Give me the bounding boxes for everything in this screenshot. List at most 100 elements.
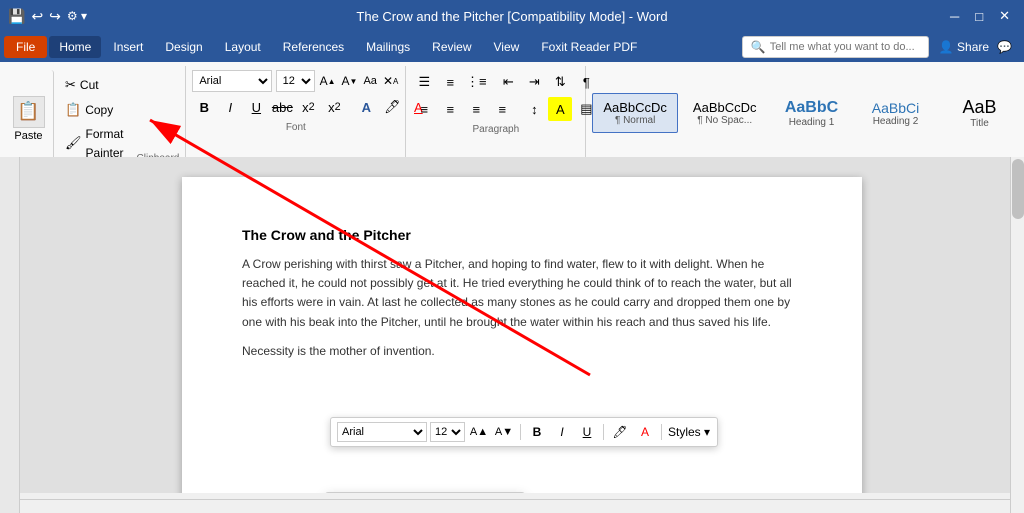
numbering-button[interactable]: ≡ <box>438 70 462 94</box>
scrollbar-thumb[interactable] <box>1012 159 1024 219</box>
para-row1: ☰ ≡ ⋮≡ ⇤ ⇥ ⇅ ¶ <box>412 70 579 94</box>
mini-sep3 <box>661 424 662 440</box>
document-body[interactable]: A Crow perishing with thirst saw a Pitch… <box>242 255 802 361</box>
menu-review[interactable]: Review <box>422 36 481 58</box>
bold-button[interactable]: B <box>192 95 216 119</box>
mini-grow-button[interactable]: A▲ <box>468 421 490 443</box>
tell-me-box[interactable]: 🔍 <box>742 36 929 58</box>
superscript-button[interactable]: x2 <box>322 95 346 119</box>
style-heading1[interactable]: AaBbC Heading 1 <box>772 92 852 135</box>
multilevel-button[interactable]: ⋮≡ <box>464 70 488 94</box>
styles-group: AaBbCcDc ¶ Normal AaBbCcDc ¶ No Spac... … <box>586 66 1024 168</box>
styles-row: AaBbCcDc ¶ Normal AaBbCcDc ¶ No Spac... … <box>592 70 1024 157</box>
align-right-button[interactable]: ≡ <box>464 97 488 121</box>
para-row2: ≡ ≡ ≡ ≡ ↕ A ▤ <box>412 97 579 121</box>
clipboard-group: 📋 Paste ✂ Cut 📋 Copy 🖌 Format Painter Cl… <box>0 66 186 168</box>
context-menu: ✂ Cut 📋 Copy 📋 Paste Options: 📋 📄 🌐 📊 🖼 … <box>325 492 525 493</box>
copy-button[interactable]: 📋 Copy <box>62 99 127 122</box>
paragraph-1: A Crow perishing with thirst saw a Pitch… <box>242 255 802 332</box>
increase-indent-button[interactable]: ⇥ <box>522 70 546 94</box>
menu-layout[interactable]: Layout <box>215 36 271 58</box>
style-heading2[interactable]: AaBbCi Heading 2 <box>856 93 936 134</box>
copy-label: Copy <box>85 101 113 120</box>
help-section: 👤 Share 💬 <box>931 40 1020 54</box>
copy-icon: 📋 <box>65 100 81 121</box>
save-icon[interactable]: 💾 <box>8 8 25 25</box>
cut-button[interactable]: ✂ Cut <box>62 74 127 97</box>
menu-home[interactable]: Home <box>49 36 101 58</box>
shading-button[interactable]: A <box>548 97 572 121</box>
style-title[interactable]: AaB Title <box>940 90 1020 136</box>
cut-label: Cut <box>80 76 99 95</box>
mini-sep2 <box>603 424 604 440</box>
style-no-space[interactable]: AaBbCcDc ¶ No Spac... <box>682 93 768 133</box>
subscript-button[interactable]: x2 <box>296 95 320 119</box>
menu-insert[interactable]: Insert <box>103 36 153 58</box>
mini-bold-button[interactable]: B <box>526 421 548 443</box>
font-row2: B I U abc x2 x2 A 🖊 A <box>192 95 399 119</box>
menu-view[interactable]: View <box>484 36 530 58</box>
left-panel <box>0 157 20 513</box>
font-group: Arial 12 A▲ A▼ Aa ✕A B I U abc x2 x2 A 🖊… <box>186 66 406 168</box>
strikethrough-button[interactable]: abc <box>270 95 294 119</box>
mini-shrink-button[interactable]: A▼ <box>493 421 515 443</box>
scrollbar-right[interactable] <box>1010 157 1024 513</box>
paste-button[interactable]: 📋 Paste <box>4 70 54 168</box>
highlight-button[interactable]: 🖊 <box>380 95 404 119</box>
style-normal[interactable]: AaBbCcDc ¶ Normal <box>592 93 678 133</box>
menu-mailings[interactable]: Mailings <box>356 36 420 58</box>
maximize-icon[interactable]: □ <box>969 9 989 24</box>
sort-button[interactable]: ⇅ <box>548 70 572 94</box>
align-center-button[interactable]: ≡ <box>438 97 462 121</box>
font-name-select[interactable]: Arial <box>192 70 271 92</box>
undo-icon[interactable]: ↩ <box>31 8 43 25</box>
font-shrink-button[interactable]: A▼ <box>341 70 359 92</box>
minimize-icon[interactable]: ─ <box>944 9 965 24</box>
title-bar-left: 💾 ↩ ↪ ⚙ ▾ <box>8 8 87 25</box>
menu-file[interactable]: File <box>4 36 47 58</box>
decrease-indent-button[interactable]: ⇤ <box>496 70 520 94</box>
format-painter-icon: 🖌 <box>65 133 82 154</box>
mini-size-select[interactable]: 12 <box>430 422 465 442</box>
mini-italic-button[interactable]: I <box>551 421 573 443</box>
mini-underline-button[interactable]: U <box>576 421 598 443</box>
text-effects-button[interactable]: A <box>354 95 378 119</box>
menu-references[interactable]: References <box>273 36 354 58</box>
ribbon: 📋 Paste ✂ Cut 📋 Copy 🖌 Format Painter Cl… <box>0 62 1024 169</box>
menu-foxit[interactable]: Foxit Reader PDF <box>531 36 647 58</box>
redo-icon[interactable]: ↪ <box>49 8 61 25</box>
font-size-select[interactable]: 12 <box>276 70 315 92</box>
cut-icon: ✂ <box>65 75 76 96</box>
line-spacing-button[interactable]: ↕ <box>522 97 546 121</box>
paste-icon: 📋 <box>13 96 45 128</box>
mini-font-select[interactable]: Arial <box>337 422 427 442</box>
paragraph-2: Necessity is the mother of invention. <box>242 342 802 361</box>
menu-design[interactable]: Design <box>155 36 212 58</box>
document-title: The Crow and the Pitcher <box>242 227 802 243</box>
font-group-label: Font <box>192 122 399 133</box>
justify-button[interactable]: ≡ <box>490 97 514 121</box>
tell-me-input[interactable] <box>770 41 920 53</box>
scrollbar-bottom[interactable] <box>20 499 1010 513</box>
mini-highlight-button[interactable]: 🖊 <box>609 421 631 443</box>
paragraph-group-label: Paragraph <box>412 124 579 135</box>
close-icon[interactable]: ✕ <box>993 8 1016 24</box>
align-left-button[interactable]: ≡ <box>412 97 436 121</box>
title-bar: 💾 ↩ ↪ ⚙ ▾ The Crow and the Pitcher [Comp… <box>0 0 1024 32</box>
comments-icon[interactable]: 💬 <box>997 40 1012 54</box>
mini-toolbar: Arial 12 A▲ A▼ B I U 🖊 A Styles ▾ <box>330 417 718 447</box>
customize-icon[interactable]: ⚙ ▾ <box>67 9 87 23</box>
mini-styles-button[interactable]: Styles ▾ <box>667 421 711 443</box>
share-icon[interactable]: 👤 Share <box>939 40 989 54</box>
clipboard-right: ✂ Cut 📋 Copy 🖌 Format Painter <box>54 70 135 168</box>
mini-sep1 <box>520 424 521 440</box>
italic-button[interactable]: I <box>218 95 242 119</box>
underline-button[interactable]: U <box>244 95 268 119</box>
font-grow-button[interactable]: A▲ <box>319 70 337 92</box>
clear-format-button[interactable]: ✕A <box>382 70 399 92</box>
change-case-button[interactable]: Aa <box>362 70 377 92</box>
title-bar-right: ─ □ ✕ <box>944 8 1016 24</box>
document-area: The Crow and the Pitcher A Crow perishin… <box>20 157 1024 493</box>
bullets-button[interactable]: ☰ <box>412 70 436 94</box>
mini-color-button[interactable]: A <box>634 421 656 443</box>
